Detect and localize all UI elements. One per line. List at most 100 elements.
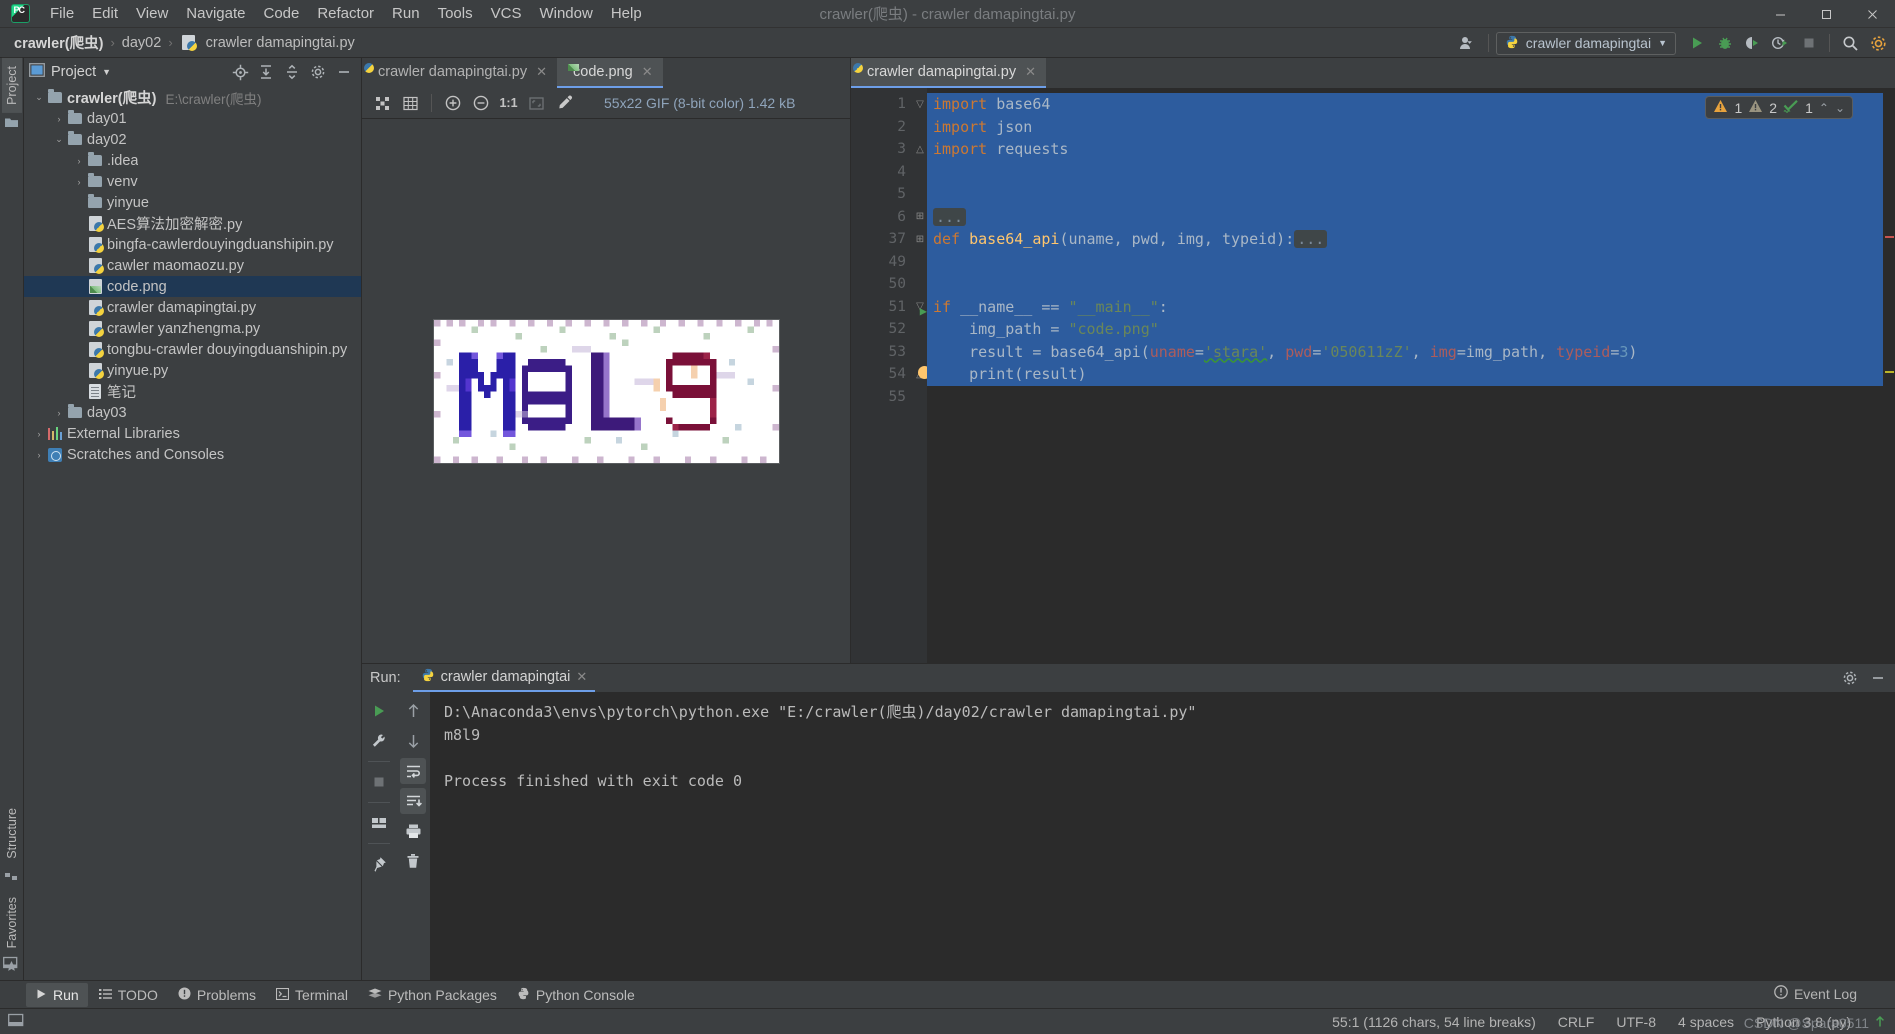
line-separator[interactable]: CRLF [1558, 1014, 1595, 1030]
menu-edit[interactable]: Edit [83, 2, 127, 26]
menu-help[interactable]: Help [602, 2, 651, 26]
profile-icon[interactable] [1768, 31, 1794, 55]
settings-gear-icon[interactable] [306, 61, 330, 83]
tree-item-yinyue-py[interactable]: yinyue.py [24, 360, 361, 381]
zoom-out-icon[interactable] [468, 91, 493, 115]
line-number[interactable]: 52 [851, 318, 913, 341]
transparency-grid-icon[interactable] [370, 91, 395, 115]
code-line[interactable]: img_path = "code.png" [927, 318, 1895, 341]
fold-marker[interactable]: ▽ [913, 93, 927, 116]
toolwindow-python-console[interactable]: Python Console [508, 983, 644, 1007]
expand-all-icon[interactable] [254, 61, 278, 83]
toolwindow-todo[interactable]: TODO [90, 983, 167, 1007]
tree-expand-arrow[interactable]: › [32, 450, 46, 460]
code-line[interactable] [927, 386, 1895, 409]
toolwindow-python-packages[interactable]: Python Packages [359, 983, 506, 1007]
run-icon[interactable] [1684, 31, 1710, 55]
fold-marker[interactable] [913, 251, 927, 274]
tree-item-cawler-maomaozu-py[interactable]: cawler maomaozu.py [24, 255, 361, 276]
image-canvas[interactable] [362, 119, 850, 663]
memory-indicator[interactable] [1873, 1014, 1887, 1030]
menu-vcs[interactable]: VCS [482, 2, 531, 26]
tree-expand-arrow[interactable]: ⌄ [32, 92, 46, 103]
code-line[interactable] [927, 273, 1895, 296]
search-icon[interactable] [1837, 31, 1863, 55]
run-tab-crawler-damapingtai[interactable]: crawler damapingtai ✕ [412, 664, 596, 692]
chevron-down-icon[interactable]: ▼ [102, 67, 111, 77]
minimize-button[interactable] [1757, 0, 1803, 28]
tree-item-day02[interactable]: ⌄ day02 [24, 129, 361, 150]
tree-item-tongbu-crawler-douyingduanshipin-py[interactable]: tongbu-crawler douyingduanshipin.py [24, 339, 361, 360]
fold-marker[interactable]: △ [913, 138, 927, 161]
grid-icon[interactable] [398, 91, 423, 115]
project-folder-icon[interactable] [5, 117, 18, 131]
code-line[interactable]: print(result) [927, 363, 1895, 386]
line-number[interactable]: 55 [851, 386, 913, 409]
line-number[interactable]: 49 [851, 251, 913, 274]
sidebar-tab-favorites[interactable]: Favorites [2, 889, 22, 956]
editor-tab-crawler-damapingtai[interactable]: crawler damapingtai.py ✕ [362, 58, 557, 88]
line-number[interactable]: 4 [851, 161, 913, 184]
tree-item-external-libraries[interactable]: › External Libraries [24, 423, 361, 444]
tree-item-scratches-and-consoles[interactable]: › Scratches and Consoles [24, 444, 361, 465]
sidebar-tab-project[interactable]: Project [1, 58, 22, 113]
tree-item--[interactable]: 笔记 [24, 381, 361, 402]
tree-expand-arrow[interactable]: › [32, 429, 46, 439]
line-number[interactable]: 2 [851, 116, 913, 139]
trash-icon[interactable] [400, 848, 426, 874]
toolwindow-terminal[interactable]: Terminal [267, 983, 357, 1007]
tree-item-bingfa-cawlerdouyingduanshipin-py[interactable]: bingfa-cawlerdouyingduanshipin.py [24, 234, 361, 255]
stop-icon[interactable] [1796, 31, 1822, 55]
menu-window[interactable]: Window [530, 2, 601, 26]
fit-to-window-icon[interactable] [524, 91, 549, 115]
close-tab-icon[interactable]: ✕ [642, 64, 653, 80]
code-text[interactable]: import base64 import json import requests … [927, 88, 1895, 663]
tree-expand-arrow[interactable]: › [72, 177, 86, 187]
user-icon[interactable] [1455, 31, 1481, 55]
rerun-icon[interactable] [366, 698, 392, 724]
tree-item-code-png[interactable]: code.png [24, 276, 361, 297]
menu-run[interactable]: Run [383, 2, 429, 26]
prev-highlight-icon[interactable]: ⌃ [1819, 101, 1829, 115]
fold-marker[interactable] [913, 341, 927, 364]
code-line[interactable]: ... [927, 205, 1895, 228]
close-tab-icon[interactable]: ✕ [1025, 64, 1036, 80]
tree-item-crawler-[interactable]: ⌄ crawler(爬虫) E:\crawler(爬虫) [24, 87, 361, 108]
line-number[interactable]: 51 ▶ [851, 296, 927, 319]
caret-position[interactable]: 55:1 (1126 chars, 54 line breaks) [1332, 1014, 1536, 1030]
line-number[interactable]: 50 [851, 273, 913, 296]
toolwindow-problems[interactable]: Problems [169, 983, 265, 1007]
tree-expand-arrow[interactable]: › [52, 114, 66, 124]
next-highlight-icon[interactable]: ⌄ [1835, 101, 1845, 115]
event-log-button[interactable]: Event Log [1774, 985, 1857, 1002]
run-console-output[interactable]: D:\Anaconda3\envs\pytorch\python.exe "E:… [430, 692, 1895, 980]
tree-item--idea[interactable]: › .idea [24, 150, 361, 171]
structure-icon[interactable] [5, 871, 18, 885]
code-body[interactable]: 12345637495051▶52535455 ▽△⊞⊞▽△ import ba… [851, 88, 1895, 663]
tree-item-venv[interactable]: › venv [24, 171, 361, 192]
close-tab-icon[interactable]: ✕ [536, 64, 547, 80]
line-number[interactable]: 1 [851, 93, 913, 116]
breadcrumb-item-project[interactable]: crawler(爬虫) [10, 30, 107, 55]
debug-icon[interactable] [1712, 31, 1738, 55]
breadcrumb-item-file[interactable]: crawler damapingtai.py [176, 33, 359, 53]
breadcrumb-item-day02[interactable]: day02 [118, 33, 166, 53]
menu-navigate[interactable]: Navigate [177, 2, 254, 26]
line-number[interactable]: 53 [851, 341, 913, 364]
fold-marker[interactable]: ⊞ [913, 206, 927, 229]
tree-item-day01[interactable]: › day01 [24, 108, 361, 129]
file-encoding[interactable]: UTF-8 [1616, 1014, 1656, 1030]
zoom-in-icon[interactable] [440, 91, 465, 115]
tree-item-yinyue[interactable]: yinyue [24, 192, 361, 213]
line-number[interactable]: 54 [851, 363, 931, 386]
run-configuration-selector[interactable]: crawler damapingtai ▼ [1495, 31, 1676, 55]
menu-refactor[interactable]: Refactor [308, 2, 383, 26]
fold-marker[interactable] [913, 116, 927, 139]
stop-icon[interactable] [366, 769, 392, 795]
hide-windows-icon[interactable] [3, 956, 18, 972]
line-number-gutter[interactable]: 1 2 3 4 5 6 37 49 50 51 ▶ 52 53 54 55 [851, 88, 931, 663]
pin-icon[interactable] [366, 851, 392, 877]
editor-tab-code-png[interactable]: code.png ✕ [557, 58, 663, 88]
fold-marker[interactable] [913, 183, 927, 206]
tree-item-crawler-yanzhengma-py[interactable]: crawler yanzhengma.py [24, 318, 361, 339]
